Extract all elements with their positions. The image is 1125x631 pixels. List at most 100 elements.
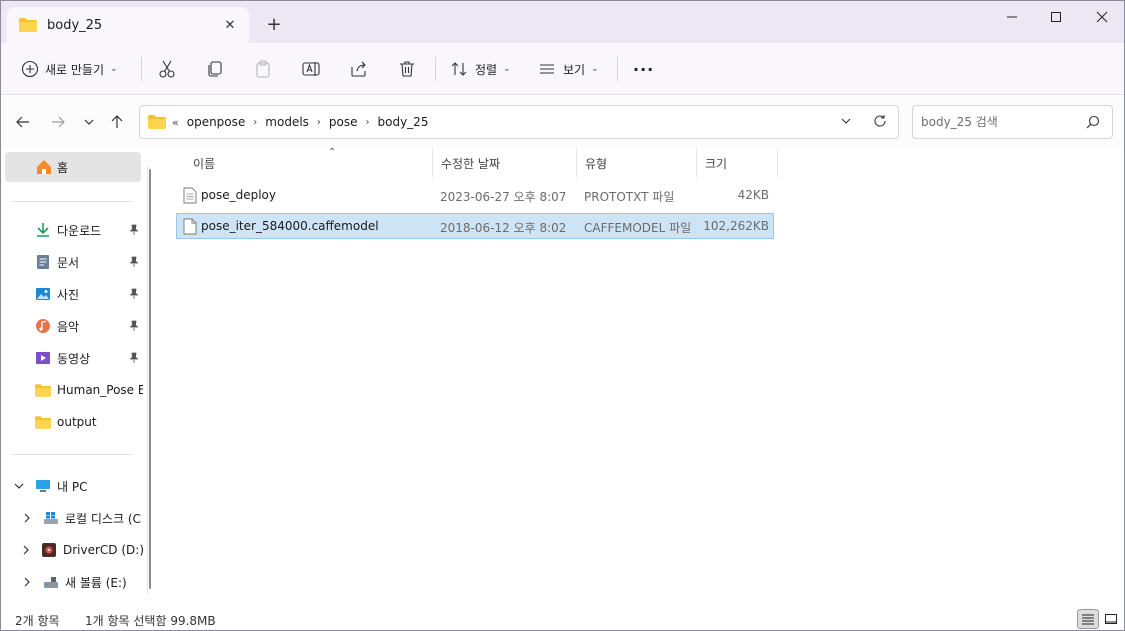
search-input[interactable] (921, 115, 1081, 129)
folder-icon (35, 414, 51, 430)
file-size: 102,262KB (703, 219, 769, 233)
nav-item-output-folder[interactable]: output (35, 408, 141, 436)
view-button[interactable]: 보기 ⌄ (537, 55, 599, 83)
nav-item-videos[interactable]: 동영상 (35, 344, 141, 372)
search-box[interactable] (912, 105, 1113, 139)
cut-icon (159, 60, 175, 78)
column-type-label: 유형 (585, 156, 608, 171)
nav-item-human-pose-folder[interactable]: Human_Pose Es (35, 376, 143, 404)
breadcrumb-openpose[interactable]: openpose (187, 115, 246, 129)
item-count: 2개 항목 (15, 614, 60, 628)
file-modified: 2023-06-27 오후 8:07 (440, 190, 567, 204)
maximize-button[interactable] (1033, 1, 1079, 33)
paste-button[interactable] (253, 55, 273, 83)
chevron-down-icon: ⌄ (110, 64, 118, 74)
folder-icon (148, 115, 166, 129)
rename-button[interactable] (301, 55, 321, 83)
pin-icon (129, 288, 139, 299)
column-name-label: 이름 (193, 156, 216, 171)
nav-divider (11, 454, 133, 455)
sort-button[interactable]: 정렬 ⌄ (449, 55, 511, 83)
nav-item-this-pc[interactable]: 내 PC (13, 472, 143, 500)
column-size-label: 크기 (705, 156, 728, 171)
file-list: 이름 ⌃ 수정한 날짜 유형 크기 pose_deploy 2023-06-27… (161, 147, 1121, 605)
nav-item-home[interactable]: 홈 (5, 152, 141, 182)
new-button[interactable]: 새로 만들기 ⌄ (21, 55, 118, 83)
nav-label: 내 PC (57, 479, 88, 494)
add-circle-icon (21, 60, 39, 78)
new-tab-button[interactable]: + (263, 13, 285, 35)
tiles-view-button[interactable] (1100, 609, 1122, 629)
chevron-right-icon[interactable]: › (253, 117, 257, 128)
nav-item-drive-e[interactable]: 새 볼륨 (E:) (21, 568, 143, 596)
pin-icon (129, 224, 139, 235)
column-header-size[interactable]: 크기 (697, 149, 778, 177)
minimize-icon (1007, 16, 1017, 18)
toolbar-divider (435, 57, 436, 81)
nav-item-documents[interactable]: 문서 (35, 248, 141, 276)
pin-icon (129, 256, 139, 267)
nav-item-drive-d[interactable]: DriverCD (D:) (21, 536, 143, 564)
address-dropdown-icon[interactable] (840, 115, 852, 130)
file-row-selected[interactable]: pose_iter_584000.caffemodel 2018-06-12 오… (176, 213, 774, 239)
nav-label: 로컬 디스크 (C (65, 511, 141, 526)
chevron-right-icon[interactable] (21, 542, 31, 558)
chevron-down-icon[interactable] (13, 478, 25, 494)
breadcrumb-body-25[interactable]: body_25 (378, 115, 429, 129)
pin-icon (129, 352, 139, 363)
folder-icon (35, 382, 51, 398)
folder-icon (19, 18, 37, 32)
nav-item-drive-c[interactable]: 로컬 디스크 (C (21, 504, 143, 532)
maximize-icon (1051, 12, 1061, 22)
breadcrumb-models[interactable]: models (265, 115, 309, 129)
share-icon (351, 61, 366, 77)
pictures-icon (35, 286, 51, 302)
nav-scrollbar-thumb[interactable] (149, 169, 151, 589)
title-bar: body_25 ✕ + (1, 1, 1124, 43)
share-button[interactable] (349, 55, 369, 83)
file-row[interactable]: pose_deploy 2023-06-27 오후 8:07 PROTOTXT … (176, 182, 774, 208)
status-bar: 2개 항목 1개 항목 선택함 99.8MB (1, 606, 1124, 630)
more-options-button[interactable]: ··· (633, 55, 654, 83)
nav-item-downloads[interactable]: 다운로드 (35, 216, 141, 244)
nav-label: output (57, 415, 97, 429)
toolbar-divider (617, 57, 618, 81)
back-button[interactable] (13, 112, 33, 132)
up-button[interactable] (107, 112, 127, 132)
chevron-right-icon[interactable] (21, 510, 33, 526)
nav-item-music[interactable]: 음악 (35, 312, 141, 340)
search-icon[interactable] (1086, 115, 1100, 132)
chevron-right-icon[interactable] (21, 574, 33, 590)
videos-icon (35, 350, 51, 366)
refresh-icon[interactable] (873, 114, 887, 131)
paste-icon (256, 60, 270, 78)
tab-close-icon[interactable]: ✕ (221, 16, 239, 34)
nav-label: Human_Pose Es (57, 383, 143, 397)
delete-button[interactable] (397, 55, 417, 83)
column-header-name[interactable]: 이름 ⌃ (185, 147, 433, 177)
cut-button[interactable] (157, 55, 177, 83)
copy-button[interactable] (205, 55, 225, 83)
file-type: CAFFEMODEL 파일 (584, 221, 692, 235)
close-window-button[interactable] (1079, 1, 1124, 33)
nav-item-pictures[interactable]: 사진 (35, 280, 141, 308)
sort-icon (451, 62, 467, 76)
chevron-right-icon[interactable]: › (366, 117, 370, 128)
details-view-button[interactable] (1077, 609, 1099, 629)
nav-divider (11, 201, 133, 202)
breadcrumb-pose[interactable]: pose (329, 115, 358, 129)
download-icon (35, 222, 51, 238)
forward-button[interactable] (48, 112, 68, 132)
tab-body-25[interactable]: body_25 ✕ (7, 7, 249, 43)
column-header-modified[interactable]: 수정한 날짜 (433, 149, 577, 177)
chevron-right-icon[interactable]: › (317, 117, 321, 128)
recent-locations-button[interactable] (79, 112, 99, 132)
documents-icon (35, 254, 51, 270)
column-header-type[interactable]: 유형 (577, 149, 697, 177)
minimize-button[interactable] (989, 1, 1035, 33)
details-view-icon (1082, 614, 1094, 625)
address-bar[interactable]: « openpose › models › pose › body_25 (139, 105, 899, 139)
chevron-down-icon: ⌄ (591, 64, 599, 74)
file-size: 42KB (737, 188, 769, 202)
breadcrumb-overflow[interactable]: « (172, 116, 179, 129)
